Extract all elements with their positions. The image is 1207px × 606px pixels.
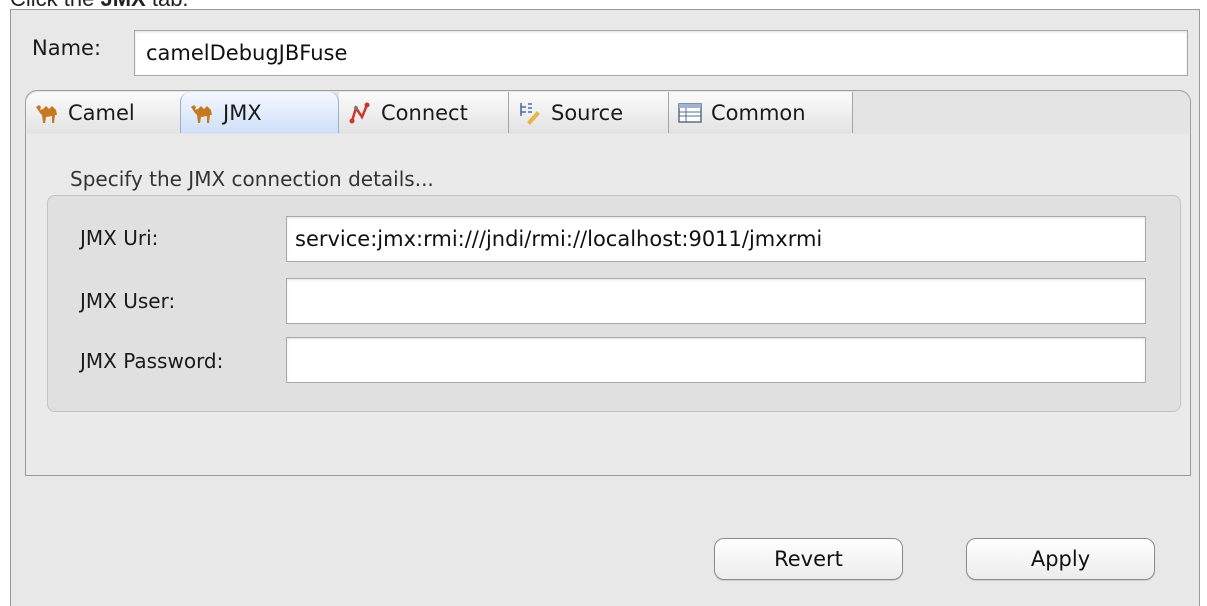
jmx-password-input[interactable] (286, 337, 1146, 383)
tab-common-label: Common (711, 100, 806, 125)
camel-icon (189, 100, 215, 126)
tab-connect[interactable]: Connect (339, 92, 509, 133)
common-icon (677, 100, 703, 126)
revert-button[interactable]: Revert (714, 538, 903, 580)
source-icon (517, 100, 543, 126)
tab-camel-label: Camel (68, 100, 135, 125)
jmx-user-label: JMX User: (80, 289, 176, 313)
connect-icon (347, 100, 373, 126)
jmx-uri-label: JMX Uri: (80, 226, 159, 250)
camel-icon (34, 100, 60, 126)
launch-config-dialog: Name: Camel JMX Connect Source Common Sp… (10, 9, 1200, 606)
name-input[interactable] (134, 30, 1188, 76)
tab-camel[interactable]: Camel (26, 92, 191, 133)
apply-button[interactable]: Apply (966, 538, 1155, 580)
tab-jmx-label: JMX (223, 100, 262, 125)
tab-source[interactable]: Source (509, 92, 669, 133)
tab-common[interactable]: Common (669, 92, 853, 133)
panel-description: Specify the JMX connection details... (70, 167, 434, 191)
jmx-password-label: JMX Password: (80, 349, 224, 373)
name-label: Name: (32, 36, 102, 60)
jmx-user-input[interactable] (286, 278, 1146, 324)
tab-jmx[interactable]: JMX (180, 92, 339, 133)
jmx-uri-input[interactable] (286, 216, 1146, 262)
tab-connect-label: Connect (381, 100, 468, 125)
tab-source-label: Source (551, 100, 624, 125)
